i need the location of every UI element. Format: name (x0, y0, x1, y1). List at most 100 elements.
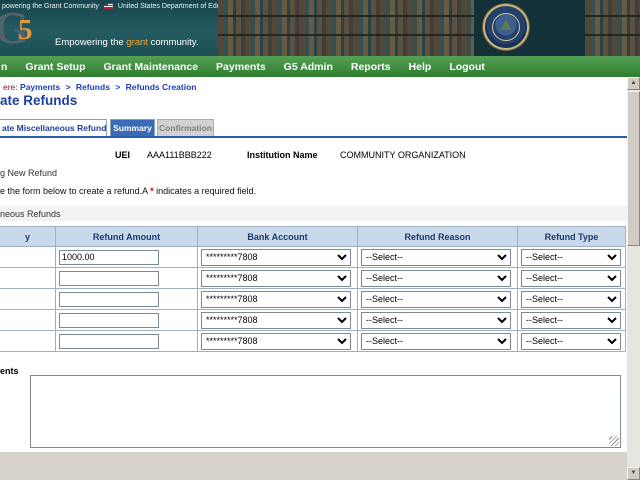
comments-label: ents (0, 366, 19, 376)
breadcrumb-link-payments[interactable]: Payments (20, 82, 60, 92)
bank-account-select-1[interactable]: *********7808 (201, 249, 351, 266)
bank-cell: *********7808 (198, 247, 358, 268)
amount-cell (56, 289, 198, 310)
section-miscellaneous-refunds: neous Refunds (0, 209, 61, 219)
refund-reason-select-2[interactable]: --Select-- (361, 270, 511, 287)
refund-row-2: *********7808 --Select-- --Select-- (0, 268, 626, 289)
scroll-down-icon: ▼ (631, 470, 637, 476)
refund-amount-input-2[interactable] (59, 271, 159, 286)
instruction-text-2: indicates a required field. (154, 186, 257, 196)
library-photo-right (585, 0, 640, 56)
department-seal-icon (483, 4, 529, 50)
institution-name-value: COMMUNITY ORGANIZATION (340, 150, 466, 160)
tagline-pre: Empowering the (55, 37, 126, 48)
section-creating-new-refund: g New Refund (0, 168, 57, 178)
refund-type-select-5[interactable]: --Select-- (521, 333, 621, 350)
tab-underline (0, 136, 627, 138)
type-cell: --Select-- (518, 268, 626, 289)
page-title: ate Refunds (0, 93, 77, 108)
page-bottom-area (0, 452, 640, 480)
nav-item-grant-setup[interactable]: Grant Setup (16, 61, 94, 73)
refund-row-1: *********7808 --Select-- --Select-- (0, 247, 626, 268)
breadcrumb-link-refunds-creation[interactable]: Refunds Creation (126, 82, 197, 92)
category-cell (0, 247, 56, 268)
bank-cell: *********7808 (198, 268, 358, 289)
reason-cell: --Select-- (358, 289, 518, 310)
type-cell: --Select-- (518, 247, 626, 268)
type-cell: --Select-- (518, 310, 626, 331)
reason-cell: --Select-- (358, 247, 518, 268)
refund-row-4: *********7808 --Select-- --Select-- (0, 310, 626, 331)
bank-cell: *********7808 (198, 331, 358, 352)
refund-type-select-1[interactable]: --Select-- (521, 249, 621, 266)
refund-type-select-3[interactable]: --Select-- (521, 291, 621, 308)
banner-tagline: Empowering the grant community. (55, 37, 198, 48)
type-cell: --Select-- (518, 289, 626, 310)
column-header-bank-account: Bank Account (198, 227, 358, 247)
refund-amount-input-5[interactable] (59, 334, 159, 349)
nav-item-help[interactable]: Help (400, 61, 441, 73)
category-cell (0, 331, 56, 352)
breadcrumb-separator: > (115, 82, 120, 92)
us-flag-icon (104, 3, 113, 9)
bank-cell: *********7808 (198, 310, 358, 331)
bank-account-select-4[interactable]: *********7808 (201, 312, 351, 329)
scroll-down-button[interactable]: ▼ (627, 467, 640, 480)
nav-item-payments[interactable]: Payments (207, 61, 275, 73)
tab-confirmation[interactable]: Confirmation (157, 119, 214, 136)
amount-cell (56, 331, 198, 352)
breadcrumb-link-refunds[interactable]: Refunds (76, 82, 110, 92)
nav-item-g5-admin[interactable]: G5 Admin (275, 61, 342, 73)
nav-item-reports[interactable]: Reports (342, 61, 400, 73)
refund-reason-select-1[interactable]: --Select-- (361, 249, 511, 266)
column-header-refund-reason: Refund Reason (358, 227, 518, 247)
refund-amount-input-1[interactable] (59, 250, 159, 265)
column-header-refund-amount: Refund Amount (56, 227, 198, 247)
tab-create-miscellaneous-refunds[interactable]: ate Miscellaneous Refunds (0, 119, 107, 136)
g5-logo: G5 (0, 2, 33, 54)
library-photo-left (218, 0, 474, 56)
scroll-up-button[interactable]: ▲ (627, 77, 640, 90)
main-nav: n Grant Setup Grant Maintenance Payments… (0, 56, 640, 77)
instruction-text: e the form below to create a refund.A (0, 186, 150, 196)
refund-type-select-2[interactable]: --Select-- (521, 270, 621, 287)
refund-row-5: *********7808 --Select-- --Select-- (0, 331, 626, 352)
refund-reason-select-5[interactable]: --Select-- (361, 333, 511, 350)
bank-account-select-3[interactable]: *********7808 (201, 291, 351, 308)
header-banner: powering the Grant Community United Stat… (0, 0, 640, 56)
tab-summary[interactable]: Summary (110, 119, 155, 136)
scrollbar-thumb[interactable] (627, 91, 640, 246)
column-header-category: y (0, 227, 56, 247)
breadcrumb: ere: Payments > Refunds > Refunds Creati… (3, 82, 196, 92)
amount-cell (56, 310, 198, 331)
column-header-refund-type: Refund Type (518, 227, 626, 247)
banner-top-strip: powering the Grant Community United Stat… (2, 1, 239, 11)
nav-item-logout[interactable]: Logout (440, 61, 494, 73)
breadcrumb-prefix: ere: (3, 82, 18, 92)
uei-value: AAA111BBB222 (147, 150, 212, 160)
nav-item-grant-maintenance[interactable]: Grant Maintenance (95, 61, 208, 73)
table-header-row: y Refund Amount Bank Account Refund Reas… (0, 227, 626, 247)
refund-amount-input-3[interactable] (59, 292, 159, 307)
vertical-scrollbar: ▲ ▼ (627, 77, 640, 480)
scroll-up-icon: ▲ (631, 80, 637, 86)
refund-amount-input-4[interactable] (59, 313, 159, 328)
comments-textarea[interactable] (30, 375, 621, 448)
category-cell (0, 310, 56, 331)
type-cell: --Select-- (518, 331, 626, 352)
amount-cell (56, 247, 198, 268)
refund-type-select-4[interactable]: --Select-- (521, 312, 621, 329)
category-cell (0, 289, 56, 310)
nav-item-partial[interactable]: n (0, 61, 16, 73)
refund-reason-select-3[interactable]: --Select-- (361, 291, 511, 308)
category-cell (0, 268, 56, 289)
tagline-grant: grant (126, 37, 148, 48)
bank-account-select-2[interactable]: *********7808 (201, 270, 351, 287)
breadcrumb-separator: > (66, 82, 71, 92)
tagline-post: community. (148, 37, 199, 48)
resize-grip-icon[interactable] (609, 436, 619, 446)
g5-logo-5: 5 (18, 14, 33, 46)
bank-account-select-5[interactable]: *********7808 (201, 333, 351, 350)
g5-application-window: powering the Grant Community United Stat… (0, 0, 640, 480)
refund-reason-select-4[interactable]: --Select-- (361, 312, 511, 329)
